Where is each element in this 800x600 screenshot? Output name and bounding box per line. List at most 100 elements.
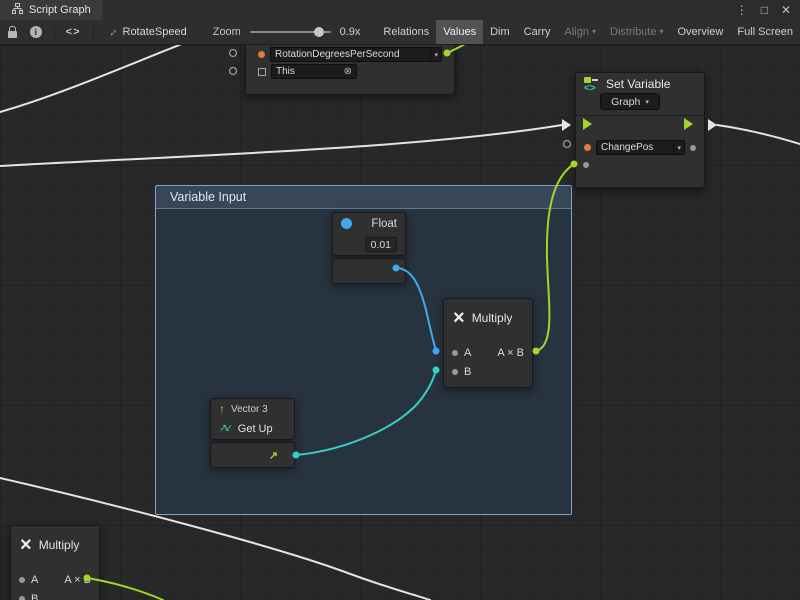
dim-button[interactable]: Dim <box>483 20 517 44</box>
menu-icon[interactable]: ⋮ <box>736 4 748 16</box>
distribute-label: Distribute <box>610 26 656 38</box>
value-port-dot[interactable] <box>583 162 589 168</box>
output-port-dot[interactable] <box>690 145 696 151</box>
multiply-node[interactable]: × Multiply A A × B B <box>443 298 533 388</box>
script-graph-tab[interactable]: Script Graph <box>0 0 103 20</box>
get-up-output-strip[interactable]: ↗ <box>210 442 295 468</box>
get-up-title: Get Up <box>238 423 273 435</box>
float-output-strip[interactable] <box>332 258 406 284</box>
zoom-slider[interactable] <box>250 31 331 33</box>
set-variable-node[interactable]: <> Set Variable Graph ▾ ChangePos ▾ <box>575 72 705 188</box>
flow-arrow-out[interactable] <box>708 119 717 131</box>
wire-flow-into-set-variable[interactable] <box>0 125 562 166</box>
wire-flow-topleft[interactable] <box>0 45 192 112</box>
object-port-dot[interactable] <box>258 51 265 58</box>
multiply-header[interactable]: × Multiply <box>444 299 532 337</box>
caret-down-icon: ▾ <box>645 98 649 106</box>
caret-down-icon: ▾ <box>592 28 596 36</box>
unconnected-port[interactable] <box>230 50 237 57</box>
relations-button[interactable]: Relations <box>376 20 436 44</box>
vector3-type-row: ↑ Vector 3 <box>211 399 294 419</box>
input-b-port-dot[interactable] <box>452 369 458 375</box>
script-graph-icon <box>12 3 23 17</box>
multiply-node-bottom[interactable]: × Multiply A A × B B <box>10 525 100 600</box>
multiply-title: Multiply <box>472 311 513 325</box>
vector3-output-icon: ↗ <box>269 449 278 462</box>
zoom-slider-handle[interactable] <box>314 27 324 37</box>
float-literal-node[interactable]: Float 0.01 <box>332 212 406 256</box>
value-input-row <box>576 157 704 173</box>
group-header[interactable]: Variable Input <box>156 186 571 209</box>
flow-arrow-in[interactable] <box>562 119 571 131</box>
group-title: Variable Input <box>170 190 246 204</box>
float-type-label: Float <box>371 218 397 230</box>
get-up-title-row: ↗↙ Get Up <box>211 419 294 439</box>
port-row-a: A A × B <box>11 570 99 589</box>
input-b-port-dot[interactable] <box>19 596 25 600</box>
variable-name-row: RotationDegreesPerSecond ▾ <box>246 46 454 63</box>
caret-down-icon: ▾ <box>430 48 441 61</box>
object-picker-icon[interactable]: ⊗ <box>344 67 352 77</box>
input-a-port-dot[interactable] <box>19 577 25 583</box>
output-label: A × B <box>497 347 524 359</box>
scope-label: Graph <box>611 96 640 108</box>
caret-down-icon: ▾ <box>659 28 663 36</box>
port-row-b: B <box>11 589 99 600</box>
wire-flow-out-of-set-variable[interactable] <box>717 125 800 144</box>
port-row-b: B <box>444 362 532 381</box>
lock-icon[interactable] <box>8 31 17 38</box>
window-titlebar: Script Graph ⋮ □ ✕ <box>0 0 800 21</box>
unconnected-port[interactable] <box>230 68 237 75</box>
close-icon[interactable]: ✕ <box>781 4 791 16</box>
unconnected-port[interactable] <box>564 141 571 148</box>
variable-name: RotationDegreesPerSecond <box>275 49 400 60</box>
zoom-value: 0.9x <box>340 26 361 38</box>
variable-name-dropdown[interactable]: RotationDegreesPerSecond ▾ <box>270 47 442 62</box>
float-value: 0.01 <box>371 239 391 251</box>
input-a-label: A <box>464 347 471 359</box>
gameobject-cube-icon <box>258 68 266 76</box>
distribute-button[interactable]: Distribute ▾ <box>603 20 670 44</box>
variable-target-row: This ⊗ <box>246 63 454 80</box>
vector3-type-label: Vector 3 <box>231 404 268 415</box>
set-variable-name-dropdown[interactable]: ChangePos ▾ <box>596 140 685 155</box>
input-a-port-dot[interactable] <box>452 350 458 356</box>
get-variable-node[interactable]: RotationDegreesPerSecond ▾ This ⊗ <box>245 45 455 95</box>
input-a-label: A <box>31 574 38 586</box>
info-icon[interactable]: i <box>30 26 42 38</box>
align-label: Align <box>565 26 589 38</box>
multiply-ports: A A × B B <box>444 337 532 381</box>
carry-button[interactable]: Carry <box>517 20 558 44</box>
values-button[interactable]: Values <box>436 20 483 44</box>
float-type-icon <box>341 218 352 229</box>
target-label: This <box>276 66 295 77</box>
variable-scope-dropdown[interactable]: Graph ▾ <box>600 93 660 110</box>
vector3-up-icon: ↑ <box>219 403 225 415</box>
multiply-icon: × <box>453 308 465 328</box>
port-row-a: A A × B <box>444 343 532 362</box>
multiply-icon: × <box>20 535 32 555</box>
input-b-label: B <box>464 366 471 378</box>
graph-canvas[interactable]: Variable Input RotationDegreesPerSecond … <box>0 45 800 600</box>
maximize-icon[interactable]: □ <box>761 4 768 16</box>
tab-title: Script Graph <box>29 4 91 16</box>
float-header-row: Float <box>333 213 405 234</box>
overview-button[interactable]: Overview <box>671 20 731 44</box>
edit-source-icon[interactable]: <> <box>66 26 81 38</box>
get-up-icon: ↗↙ <box>219 424 230 434</box>
target-object-field[interactable]: This ⊗ <box>271 64 357 79</box>
output-label: A × B <box>64 574 91 586</box>
caret-down-icon: ▾ <box>673 141 684 154</box>
float-value-field[interactable]: 0.01 <box>365 237 397 252</box>
object-port-dot[interactable] <box>584 144 591 151</box>
get-up-node[interactable]: ↑ Vector 3 ↗↙ Get Up <box>210 398 295 440</box>
set-variable-header[interactable]: <> Set Variable <box>576 73 704 92</box>
multiply-header[interactable]: × Multiply <box>11 526 99 564</box>
flow-ports-row[interactable] <box>576 116 704 138</box>
align-button[interactable]: Align ▾ <box>558 20 603 44</box>
fullscreen-button[interactable]: Full Screen <box>730 20 800 44</box>
graph-asset-name: RotateSpeed <box>123 26 187 38</box>
multiply-title: Multiply <box>39 538 80 552</box>
graph-asset[interactable]: ↔ RotateSpeed <box>107 26 187 38</box>
toolbar-separator <box>93 25 94 40</box>
